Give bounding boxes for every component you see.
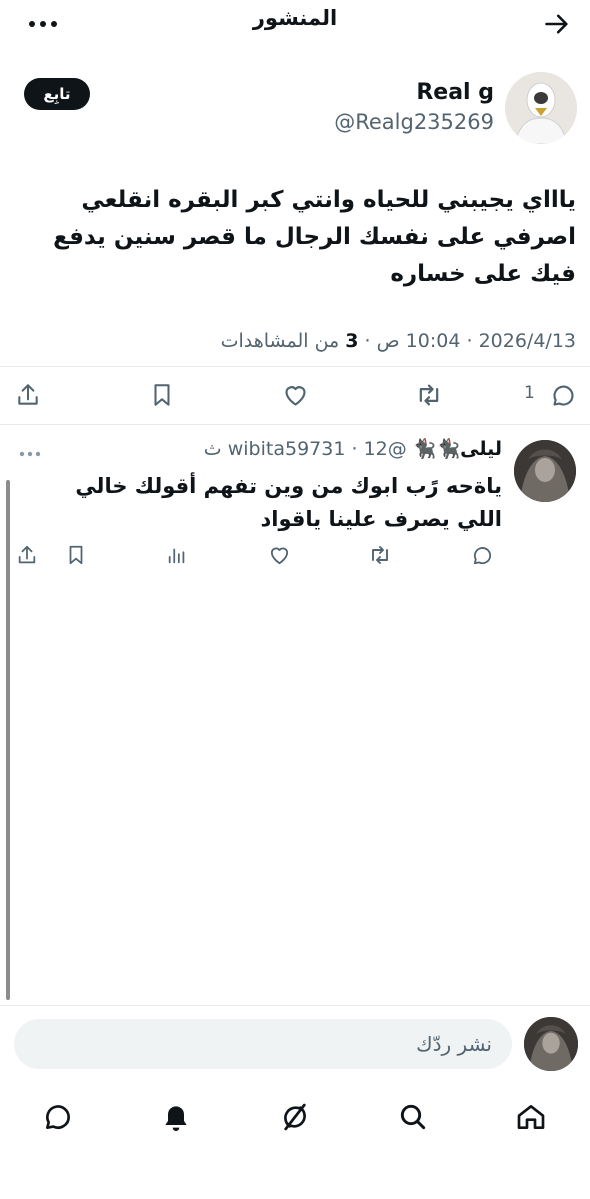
reply-reply-button[interactable]: [465, 538, 499, 572]
reply-retweet-button[interactable]: [363, 538, 397, 572]
retweet-icon: [372, 546, 388, 564]
more-horizontal-icon: [19, 451, 41, 457]
views-count: 3: [345, 330, 359, 352]
post-text: ياااي يجيبني للحياه وانتي كبر البقره انق…: [14, 182, 576, 293]
author-avatar[interactable]: [505, 72, 577, 144]
search-icon: [400, 1104, 426, 1130]
composer-placeholder: نشر ردّك: [416, 1032, 492, 1056]
reply-text-line: ياةحه رًب ابوك من وين تفهم أقولك خالي: [75, 474, 502, 498]
author-handle[interactable]: @Realg235269: [334, 110, 494, 134]
reply-text: ياةحه رًب ابوك من وين تفهم أقولك خالي ال…: [40, 470, 502, 536]
post-text-line: فيك على خساره: [390, 261, 576, 287]
reply-icon: [552, 385, 574, 406]
reply-icon: [473, 546, 491, 564]
home-icon: [517, 1105, 545, 1129]
share-icon: [18, 384, 38, 405]
reply-text-line: اللي يصرف علينا ياقواد: [260, 507, 502, 531]
follow-button[interactable]: تابِع: [24, 78, 90, 110]
bookmark-icon: [154, 384, 170, 406]
bookmark-icon: [69, 545, 83, 565]
share-icon: [18, 545, 36, 564]
nav-notifications[interactable]: [156, 1097, 196, 1137]
messages-icon: [46, 1105, 70, 1129]
grok-icon: [284, 1103, 306, 1131]
reply-share-button[interactable]: [10, 538, 44, 572]
author-name[interactable]: Real g: [416, 80, 494, 105]
scrollbar[interactable]: [6, 480, 10, 1000]
analytics-icon: [168, 548, 185, 564]
notifications-icon: [165, 1106, 187, 1131]
divider: [0, 1005, 590, 1006]
retweet-button[interactable]: [412, 378, 446, 412]
post-time: 10:04 ص: [376, 330, 461, 352]
more-options-button[interactable]: [26, 9, 60, 39]
reply-button[interactable]: [546, 378, 580, 412]
nav-grok[interactable]: [275, 1097, 315, 1137]
bookmark-button[interactable]: [145, 378, 179, 412]
like-button[interactable]: [278, 378, 312, 412]
current-user-avatar[interactable]: [524, 1017, 578, 1071]
post-text-line: ياااي يجيبني للحياه وانتي كبر البقره انق…: [81, 187, 576, 213]
avatar-image: [505, 72, 577, 144]
reply-count: 1: [524, 383, 535, 403]
nav-messages[interactable]: [38, 1097, 78, 1137]
more-horizontal-icon: [29, 21, 57, 27]
reply-bookmark-button[interactable]: [59, 538, 93, 572]
nav-home[interactable]: [511, 1097, 551, 1137]
reply-author-avatar[interactable]: [514, 440, 576, 502]
share-button[interactable]: [11, 378, 45, 412]
reply-like-button[interactable]: [262, 538, 296, 572]
reply-composer-input[interactable]: نشر ردّك: [14, 1019, 512, 1069]
post-meta: 2026/4/13 · 10:04 ص · 3 من المشاهدات: [220, 330, 576, 352]
back-button[interactable]: [542, 9, 572, 39]
nav-search[interactable]: [393, 1097, 433, 1137]
post-text-line: اصرفي على نفسك الرجال ما قصر سنين يدفع: [53, 224, 576, 250]
arrow-right-icon: [545, 14, 568, 34]
views-label[interactable]: من المشاهدات: [221, 330, 340, 352]
heart-icon: [284, 385, 306, 406]
divider: [0, 366, 590, 367]
divider: [0, 424, 590, 425]
reply-header: ليلى🐈‍⬛🐈‍⬛ @wibita59731 · 12 ث: [203, 438, 502, 460]
reply-views-button[interactable]: [160, 538, 194, 572]
retweet-icon: [419, 384, 439, 406]
reply-more-button[interactable]: [16, 444, 44, 464]
post-date: 2026/4/13: [478, 330, 576, 352]
page-title: المنشور: [252, 6, 338, 30]
heart-icon: [270, 547, 288, 564]
avatar-image: [514, 440, 576, 502]
avatar-image: [524, 1017, 578, 1071]
reply-author-name[interactable]: ليلى🐈‍⬛🐈‍⬛: [413, 438, 502, 460]
